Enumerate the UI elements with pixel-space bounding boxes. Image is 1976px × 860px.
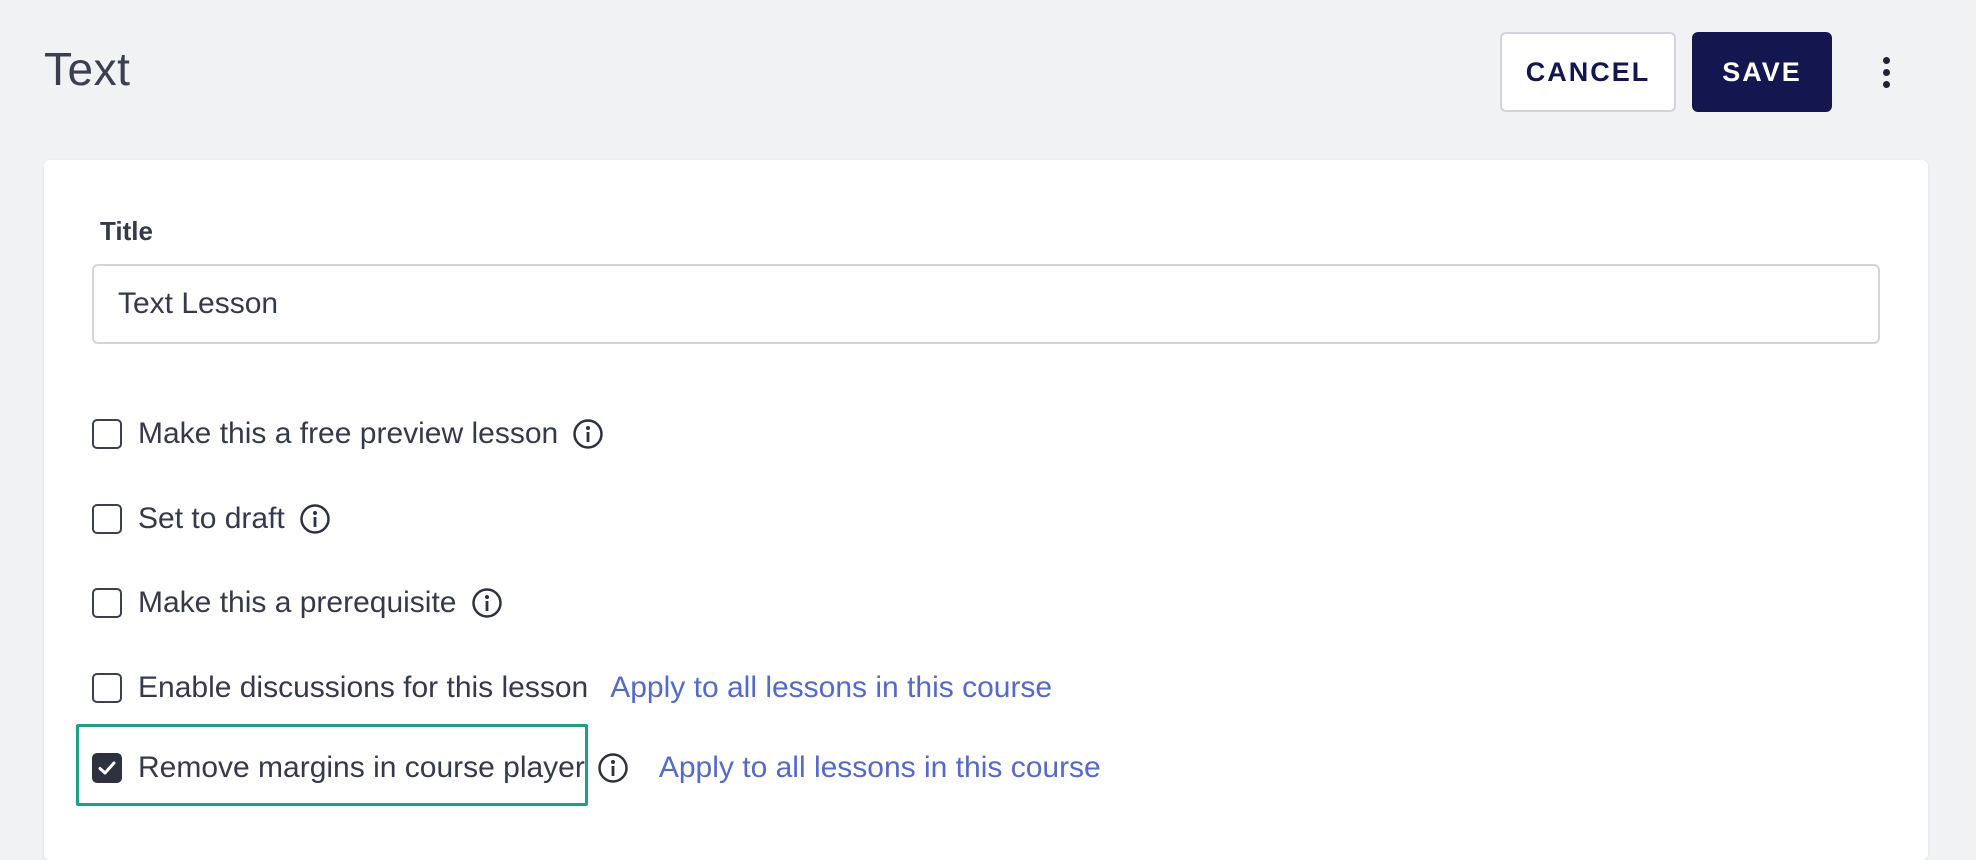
title-field-label: Title [100,216,153,246]
option-set-to-draft: Set to draft [92,497,331,541]
prerequisite-checkbox[interactable] [92,588,122,618]
info-icon[interactable] [572,418,604,450]
enable-discussions-label: Enable discussions for this lesson [138,671,589,704]
info-icon[interactable] [597,752,629,784]
option-free-preview: Make this a free preview lesson [92,412,604,456]
set-to-draft-checkbox[interactable] [92,504,122,534]
info-icon[interactable] [471,587,503,619]
free-preview-checkbox[interactable] [92,419,122,449]
more-options-icon[interactable] [1872,50,1900,94]
info-icon[interactable] [299,503,331,535]
remove-margins-checkbox[interactable] [92,753,122,783]
cancel-button[interactable]: CANCEL [1500,32,1676,112]
free-preview-label: Make this a free preview lesson [138,417,559,450]
page-title: Text [44,43,131,95]
option-remove-margins: Remove margins in course player Apply to… [92,746,1101,790]
checkmark-icon [98,761,116,775]
save-button[interactable]: SAVE [1692,32,1832,112]
prerequisite-label: Make this a prerequisite [138,586,457,619]
apply-to-all-lessons-link[interactable]: Apply to all lessons in this course [610,671,1052,705]
enable-discussions-checkbox[interactable] [92,673,122,703]
option-enable-discussions: Enable discussions for this lesson Apply… [92,666,1052,710]
option-prerequisite: Make this a prerequisite [92,581,503,625]
apply-to-all-lessons-link[interactable]: Apply to all lessons in this course [659,751,1101,785]
set-to-draft-label: Set to draft [138,502,285,535]
remove-margins-label: Remove margins in course player [138,751,585,784]
title-input[interactable] [92,264,1880,344]
